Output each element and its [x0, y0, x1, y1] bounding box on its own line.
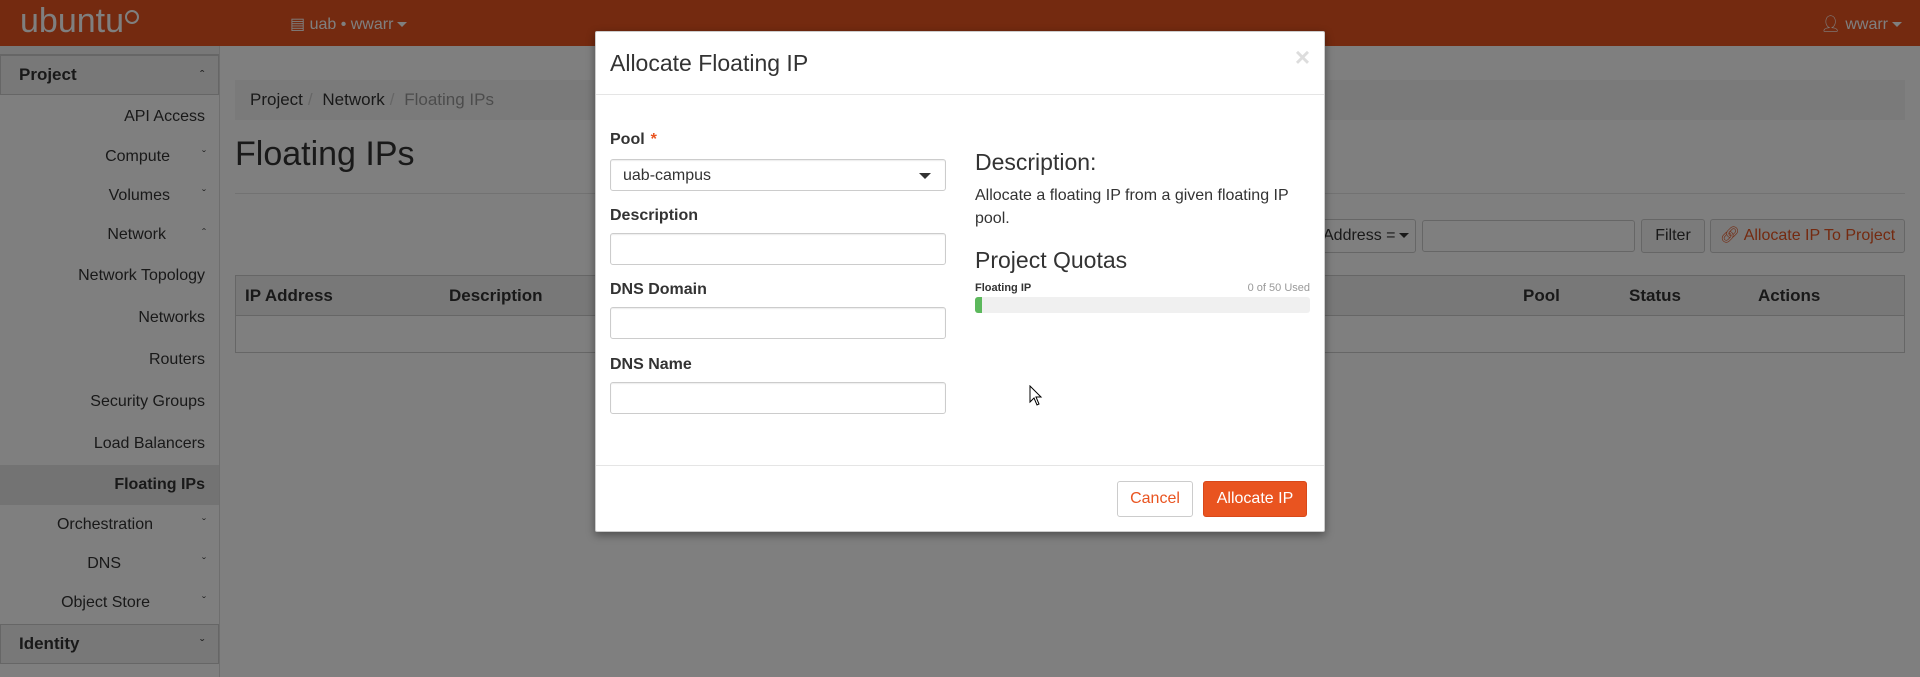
- quota-used-text: 0 of 50 Used: [1247, 282, 1310, 294]
- description-label: Description: [610, 207, 699, 224]
- dns-domain-input[interactable]: [610, 307, 946, 339]
- quota-progress-bar: [975, 297, 1310, 313]
- allocate-floating-ip-modal: Allocate Floating IP × Pool * uab-campus …: [595, 31, 1325, 532]
- allocate-ip-button[interactable]: Allocate IP: [1203, 481, 1307, 517]
- quota-progress-fill: [975, 297, 982, 313]
- dns-name-input[interactable]: [610, 382, 946, 414]
- dns-domain-label: DNS Domain: [610, 281, 707, 298]
- quota-label: Floating IP: [975, 282, 1032, 294]
- pool-select[interactable]: uab-campus: [610, 159, 946, 191]
- quotas-heading: Project Quotas: [975, 247, 1128, 273]
- mouse-cursor-icon: [1029, 385, 1043, 406]
- modal-title: Allocate Floating IP: [610, 50, 809, 76]
- help-text: Allocate a floating IP from a given floa…: [975, 187, 1289, 227]
- required-asterisk-icon: *: [650, 131, 657, 148]
- cancel-button[interactable]: Cancel: [1117, 481, 1193, 517]
- modal-footer-divider: [596, 465, 1324, 466]
- help-heading: Description:: [975, 149, 1097, 175]
- dns-name-label: DNS Name: [610, 356, 692, 373]
- pool-label: Pool *: [610, 131, 657, 148]
- chevron-down-icon: [919, 173, 931, 179]
- close-icon[interactable]: ×: [1295, 42, 1310, 73]
- modal-header-divider: [596, 94, 1324, 95]
- description-input[interactable]: [610, 233, 946, 265]
